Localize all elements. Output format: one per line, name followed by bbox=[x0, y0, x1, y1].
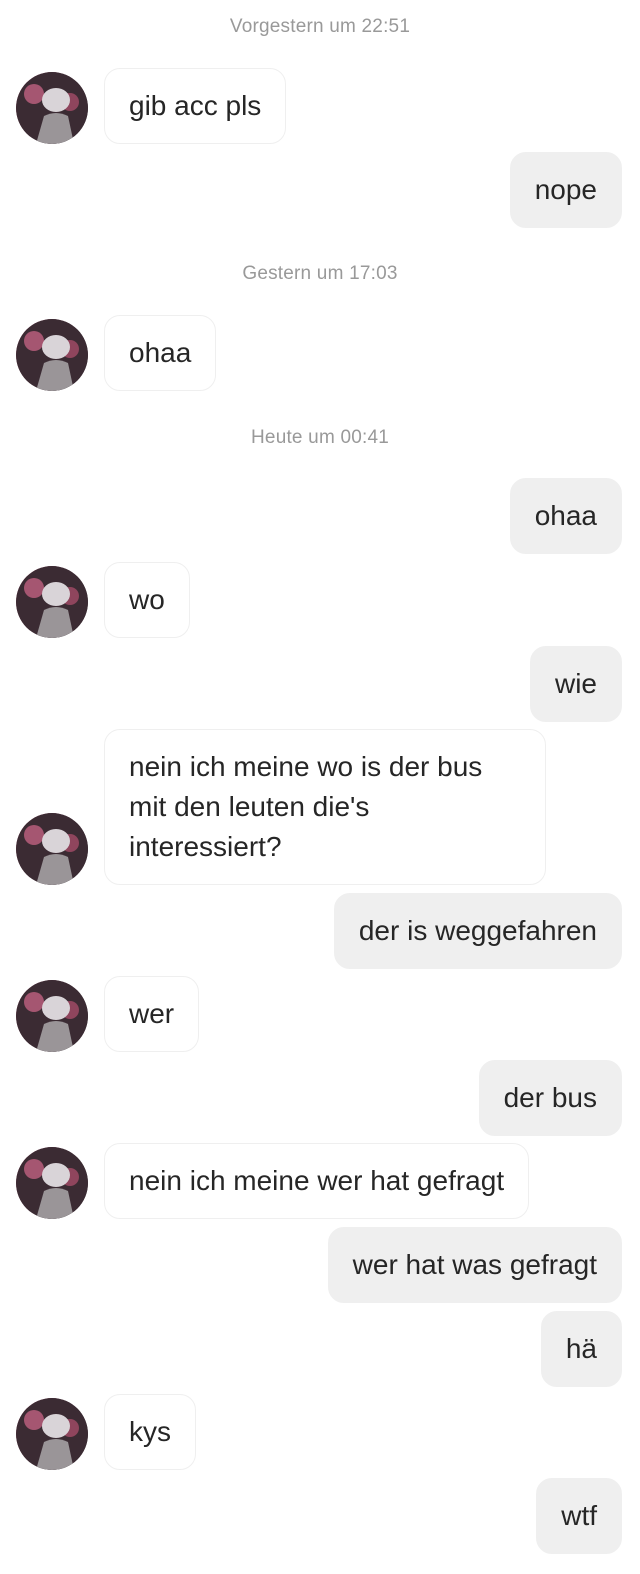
timestamp: Vorgestern um 22:51 bbox=[229, 16, 411, 37]
avatar[interactable] bbox=[16, 566, 88, 638]
user-avatar-icon bbox=[16, 1398, 88, 1470]
avatar[interactable] bbox=[16, 1398, 88, 1470]
message-bubble-outgoing[interactable]: ohaa bbox=[509, 478, 622, 554]
message-bubble-incoming[interactable]: wo bbox=[104, 562, 190, 638]
message-bubble-outgoing[interactable]: wer hat was gefragt bbox=[327, 1227, 622, 1303]
message-bubble-incoming[interactable]: kys bbox=[104, 1394, 196, 1470]
message-bubble-incoming[interactable]: nein ich meine wo is der bus mit den leu… bbox=[104, 729, 546, 885]
user-avatar-icon bbox=[16, 1147, 88, 1219]
message-bubble-outgoing[interactable]: wtf bbox=[536, 1478, 622, 1554]
user-avatar-icon bbox=[16, 72, 88, 144]
user-avatar-icon bbox=[16, 813, 88, 885]
avatar[interactable] bbox=[16, 980, 88, 1052]
message-bubble-outgoing[interactable]: der bus bbox=[478, 1060, 622, 1136]
message-bubble-outgoing[interactable]: wie bbox=[529, 646, 622, 722]
message-bubble-outgoing[interactable]: nope bbox=[509, 152, 622, 228]
avatar[interactable] bbox=[16, 319, 88, 391]
message-bubble-outgoing[interactable]: der is weggefahren bbox=[333, 893, 622, 969]
avatar[interactable] bbox=[16, 72, 88, 144]
message-bubble-incoming[interactable]: nein ich meine wer hat gefragt bbox=[104, 1143, 530, 1219]
avatar[interactable] bbox=[16, 1147, 88, 1219]
message-bubble-incoming[interactable]: gib acc pls bbox=[104, 68, 287, 144]
timestamp: Gestern um 17:03 bbox=[242, 263, 398, 284]
avatar[interactable] bbox=[16, 813, 88, 885]
message-bubble-incoming[interactable]: wer bbox=[104, 976, 200, 1052]
message-bubble-incoming[interactable]: ohaa bbox=[104, 315, 217, 391]
timestamp: Heute um 00:41 bbox=[251, 427, 389, 448]
message-bubble-outgoing[interactable]: hä bbox=[540, 1311, 622, 1387]
user-avatar-icon bbox=[16, 319, 88, 391]
user-avatar-icon bbox=[16, 980, 88, 1052]
user-avatar-icon bbox=[16, 566, 88, 638]
